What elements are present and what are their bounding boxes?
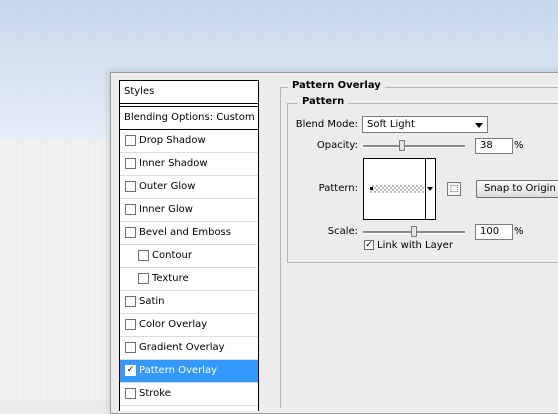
scale-unit: % [514,226,524,237]
blending-options-item[interactable]: Blending Options: Custom [120,106,258,130]
style-item-label: Texture [152,273,189,284]
opacity-slider-track[interactable] [363,145,465,148]
opacity-input[interactable]: 38 [475,138,513,154]
style-item[interactable]: Texture [120,268,258,291]
style-item[interactable]: Inner Glow [120,199,258,222]
style-item-checkbox[interactable] [138,273,149,284]
style-item[interactable]: Contour [120,245,258,268]
style-item[interactable]: Outer Glow [120,176,258,199]
style-item-checkbox[interactable] [125,204,136,215]
snap-to-origin-button[interactable]: Snap to Origin [476,180,558,198]
chevron-down-icon [475,123,483,128]
style-item-label: Gradient Overlay [139,342,225,353]
style-item-label: Outer Glow [139,181,196,192]
style-item-label: Drop Shadow [139,135,206,146]
styles-header[interactable]: Styles [120,81,258,104]
style-item[interactable]: Bevel and Emboss [120,222,258,245]
pattern-group-title: Pattern [298,96,349,107]
style-item[interactable]: Satin [120,291,258,314]
pattern-label: Pattern: [318,183,358,194]
blend-mode-label: Blend Mode: [295,119,358,130]
style-item[interactable]: ✓ Pattern Overlay [120,360,258,383]
style-item-label: Satin [139,296,165,307]
link-with-layer-label: Link with Layer [377,240,453,251]
style-item-label: Inner Glow [139,204,193,215]
style-item-checkbox[interactable] [125,181,136,192]
style-item-checkbox[interactable] [125,135,136,146]
style-item[interactable]: Gradient Overlay [120,337,258,360]
pattern-overlay-title: Pattern Overlay [288,80,385,91]
style-item[interactable]: Color Overlay [120,314,258,337]
link-with-layer-checkbox[interactable]: ✓ [364,240,374,250]
pattern-picker[interactable] [363,158,427,220]
style-item-checkbox[interactable] [125,342,136,353]
style-item-checkbox[interactable] [125,296,136,307]
style-item-checkbox[interactable] [125,158,136,169]
checkmark-icon: ✓ [365,240,373,250]
pattern-dropdown-button[interactable] [425,158,436,220]
style-item-checkbox[interactable] [125,227,136,238]
scale-input[interactable]: 100 [475,224,513,240]
chevron-down-icon [427,187,433,191]
style-item[interactable]: Stroke [120,383,258,406]
style-item-label: Pattern Overlay [139,365,218,376]
style-item-checkbox[interactable] [138,250,149,261]
new-preset-icon: ⬚ [449,184,459,194]
style-item-checkbox[interactable] [125,319,136,330]
blend-mode-select[interactable]: Soft Light [362,116,488,133]
style-item-label: Contour [152,250,192,261]
style-item-checkbox[interactable]: ✓ [125,365,136,376]
opacity-label: Opacity: [316,140,358,151]
new-preset-button[interactable]: ⬚ [447,182,461,196]
blend-mode-value: Soft Light [367,119,415,130]
scale-label: Scale: [327,226,358,237]
style-item[interactable]: Inner Shadow [120,153,258,176]
styles-list: Styles Blending Options: Custom Drop Sha… [119,80,259,411]
style-items: Drop Shadow Inner Shadow Outer Glow Inner G… [120,130,258,406]
style-item-label: Stroke [139,388,171,399]
opacity-unit: % [514,140,524,151]
opacity-slider-thumb[interactable] [399,140,405,151]
style-item-checkbox[interactable] [125,388,136,399]
pattern-preview [370,185,424,193]
scale-slider-thumb[interactable] [411,226,417,237]
style-item[interactable]: Drop Shadow [120,130,258,153]
style-item-label: Color Overlay [139,319,208,330]
style-item-label: Inner Shadow [139,158,208,169]
style-item-label: Bevel and Emboss [139,227,231,238]
